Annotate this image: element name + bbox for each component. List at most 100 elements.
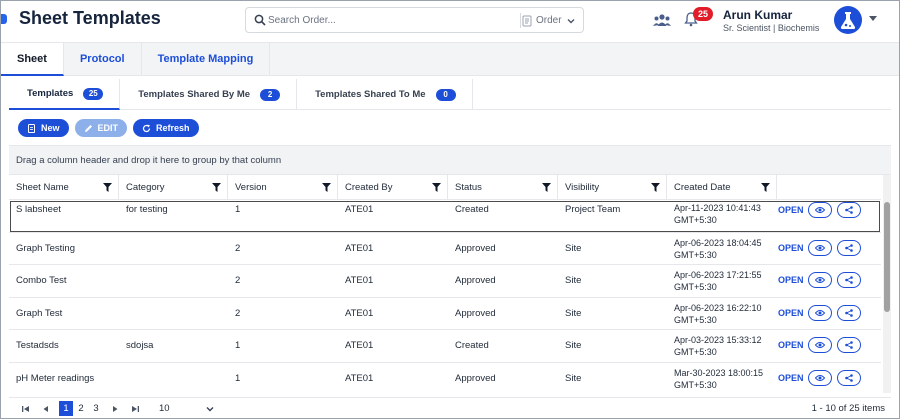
sub-tabs: Templates 25 Templates Shared By Me 2 Te… (9, 79, 891, 110)
new-button[interactable]: New (18, 119, 69, 137)
table-row[interactable]: Graph Test 2 ATE01 Approved Site Apr-06-… (9, 298, 881, 330)
page-2[interactable]: 2 (74, 401, 88, 416)
open-link[interactable]: OPEN (778, 205, 804, 215)
open-link[interactable]: OPEN (778, 340, 804, 350)
refresh-icon (142, 124, 151, 132)
eye-icon (815, 207, 825, 213)
refresh-button-label: Refresh (156, 123, 190, 133)
document-icon (28, 123, 35, 133)
filter-icon[interactable] (322, 183, 331, 192)
filter-icon[interactable] (212, 183, 221, 192)
open-link[interactable]: OPEN (778, 373, 804, 383)
column-header-category[interactable]: Category (119, 175, 228, 200)
cell-sheet-name: S labsheet (16, 204, 61, 215)
search-input[interactable] (268, 12, 518, 29)
edit-button[interactable]: EDIT (74, 119, 128, 137)
table-row[interactable]: Testadsds sdojsa 1 ATE01 Created Site Ap… (9, 330, 881, 363)
share-button[interactable] (837, 239, 861, 256)
app-window: Sheet Templates Order (0, 0, 900, 419)
column-header-created-by[interactable]: Created By (338, 175, 448, 200)
cell-created-by: ATE01 (345, 307, 374, 319)
open-link[interactable]: OPEN (778, 308, 804, 318)
view-button[interactable] (808, 272, 832, 288)
page-size-select[interactable]: 10 (159, 401, 215, 416)
subtab-templates[interactable]: Templates 25 (9, 79, 121, 110)
subtab-label: Templates (27, 88, 74, 99)
eye-icon (815, 277, 825, 283)
grid-body: S labsheet for testing 1 ATE01 Created P… (9, 200, 881, 393)
cell-version: 1 (235, 372, 241, 384)
eye-icon (815, 374, 825, 381)
grid-scrollbar[interactable] (883, 175, 891, 393)
page-size-value: 10 (159, 403, 170, 414)
column-header-sheet-name[interactable]: Sheet Name (9, 175, 119, 200)
cell-created-date: Mar-30-2023 18:00:15 GMT+5:30 (674, 367, 764, 390)
avatar[interactable] (833, 5, 863, 35)
open-link[interactable]: OPEN (778, 275, 804, 285)
user-role: Sr. Scientist | Biochemis (723, 23, 820, 33)
scrollbar-thumb[interactable] (884, 202, 890, 312)
cell-version: 2 (235, 275, 241, 286)
view-button[interactable] (808, 337, 832, 353)
table-row[interactable]: Combo Test 2 ATE01 Approved Site Apr-06-… (9, 265, 881, 298)
share-button[interactable] (837, 272, 861, 288)
cell-visibility: Project Team (565, 204, 621, 215)
share-button[interactable] (837, 369, 861, 386)
refresh-button[interactable]: Refresh (133, 119, 199, 137)
tab-template-mapping[interactable]: Template Mapping (142, 43, 271, 76)
open-link[interactable]: OPEN (778, 243, 804, 253)
edit-button-label: EDIT (97, 123, 119, 133)
share-icon (845, 373, 853, 382)
team-icon[interactable] (653, 13, 671, 27)
prev-page-icon[interactable] (41, 404, 51, 414)
column-title: Created By (345, 182, 393, 193)
next-page-icon[interactable] (110, 404, 120, 414)
share-button[interactable] (837, 304, 861, 321)
templates-grid: Sheet Name Category Version Created By S… (9, 175, 891, 393)
share-button[interactable] (837, 337, 861, 353)
share-button[interactable] (837, 202, 861, 218)
cell-sheet-name: Graph Test (16, 307, 63, 319)
table-row[interactable]: Graph Testing 2 ATE01 Approved Site Apr-… (9, 233, 881, 265)
filter-icon[interactable] (761, 183, 770, 192)
grid-toolbar: New EDIT Refresh (18, 119, 199, 137)
cell-category (119, 363, 228, 394)
group-drop-area[interactable]: Drag a column header and drop it here to… (9, 145, 891, 175)
tab-sheet[interactable]: Sheet (1, 43, 64, 76)
eye-icon (815, 309, 825, 316)
cell-created-by: ATE01 (345, 275, 374, 286)
cell-status: Created (455, 340, 489, 351)
column-header-status[interactable]: Status (448, 175, 558, 200)
column-header-visibility[interactable]: Visibility (558, 175, 667, 200)
cell-created-by: ATE01 (345, 204, 374, 215)
subtab-shared-by-me[interactable]: Templates Shared By Me 2 (120, 79, 298, 110)
filter-icon[interactable] (432, 183, 441, 192)
cell-visibility: Site (565, 372, 582, 384)
filter-icon[interactable] (103, 183, 112, 192)
view-button[interactable] (808, 369, 832, 386)
page-1[interactable]: 1 (59, 401, 73, 416)
table-row[interactable]: pH Meter readings 1 ATE01 Approved Site … (9, 363, 881, 394)
order-select[interactable]: Order (522, 11, 582, 30)
view-button[interactable] (808, 239, 832, 256)
view-button[interactable] (808, 202, 832, 218)
page-info: 1 - 10 of 25 items (811, 403, 885, 414)
caret-down-icon[interactable] (869, 16, 877, 22)
cell-category: for testing (126, 204, 168, 215)
templates-panel: Templates 25 Templates Shared By Me 2 Te… (9, 79, 891, 418)
tab-protocol[interactable]: Protocol (64, 43, 142, 76)
last-page-icon[interactable] (130, 404, 140, 414)
subtab-shared-to-me[interactable]: Templates Shared To Me 0 (297, 79, 473, 110)
sidebar-toggle[interactable] (1, 14, 7, 24)
filter-icon[interactable] (651, 183, 660, 192)
first-page-icon[interactable] (21, 404, 31, 414)
view-button[interactable] (808, 304, 832, 321)
table-row[interactable]: S labsheet for testing 1 ATE01 Created P… (9, 200, 881, 233)
page-3[interactable]: 3 (89, 401, 103, 416)
cell-status: Approved (455, 275, 496, 286)
column-header-created-date[interactable]: Created Date (667, 175, 777, 200)
filter-icon[interactable] (542, 183, 551, 192)
column-header-version[interactable]: Version (228, 175, 338, 200)
cell-status: Created (455, 204, 489, 215)
cell-version: 1 (235, 340, 241, 351)
